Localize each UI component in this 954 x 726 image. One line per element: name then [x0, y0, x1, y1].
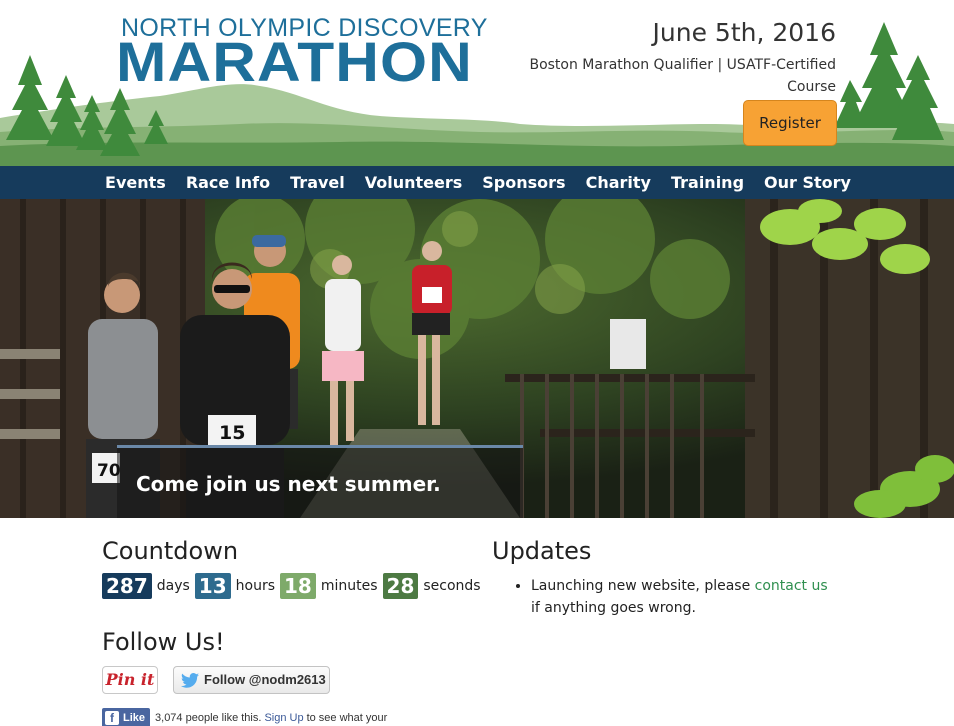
- countdown-seconds-value: 28: [382, 573, 419, 599]
- nav-item-our-story[interactable]: Our Story: [754, 166, 861, 199]
- countdown-hours-label: hours: [235, 578, 276, 594]
- hero-caption-text: Come join us next summer.: [136, 472, 441, 496]
- main-nav: Events Race Info Travel Volunteers Spons…: [0, 166, 954, 199]
- countdown-days-value: 287: [102, 573, 152, 599]
- nav-item-sponsors[interactable]: Sponsors: [472, 166, 575, 199]
- nav-item-training[interactable]: Training: [661, 166, 754, 199]
- updates-title: Updates: [492, 537, 592, 565]
- nav-item-charity[interactable]: Charity: [576, 166, 661, 199]
- countdown-hours-value: 13: [194, 573, 231, 599]
- countdown-minutes-value: 18: [280, 573, 316, 599]
- update-text-after: if anything goes wrong.: [531, 600, 696, 616]
- facebook-like-row: f Like 3,074 people like this. Sign Up to…: [102, 708, 387, 726]
- nav-item-travel[interactable]: Travel: [280, 166, 355, 199]
- countdown-days-label: days: [156, 578, 190, 594]
- countdown-title: Countdown: [102, 537, 239, 565]
- facebook-like-count: 3,074 people like this.: [155, 712, 262, 724]
- twitter-bird-icon: [181, 673, 199, 688]
- countdown-seconds-label: seconds: [423, 578, 481, 594]
- nav-item-race-info[interactable]: Race Info: [176, 166, 280, 199]
- facebook-like-button[interactable]: f Like: [102, 708, 151, 726]
- twitter-follow-button[interactable]: Follow @nodm2613: [173, 666, 330, 694]
- pinterest-pin-button[interactable]: Pin it: [102, 666, 158, 694]
- hero-banner: 70 15 Come join us next summer.: [0, 199, 954, 518]
- list-item: Launching new website, please contact us…: [531, 575, 833, 619]
- countdown-timer: 287 days 13 hours 18 minutes 28 seconds: [102, 573, 486, 599]
- logo-main-text[interactable]: MARATHON: [116, 32, 473, 92]
- facebook-signup-link[interactable]: Sign Up: [264, 712, 303, 724]
- update-text-before: Launching new website, please: [531, 578, 755, 594]
- bib-number-15: 15: [219, 422, 245, 444]
- updates-list: Launching new website, please contact us…: [513, 575, 833, 619]
- facebook-icon: f: [105, 711, 119, 725]
- race-date: June 5th, 2016: [652, 18, 836, 47]
- nav-item-events[interactable]: Events: [95, 166, 176, 199]
- site-header: NORTH OLYMPIC DISCOVERY MARATHON June 5t…: [0, 0, 954, 166]
- race-subtitle: Boston Marathon Qualifier | USATF-Certif…: [529, 57, 836, 95]
- follow-us-title: Follow Us!: [102, 628, 225, 656]
- contact-us-link[interactable]: contact us: [755, 578, 828, 594]
- register-button[interactable]: Register: [743, 100, 837, 146]
- facebook-text-after: to see what your: [306, 712, 388, 724]
- facebook-like-label: Like: [123, 712, 146, 724]
- twitter-follow-label: Follow @nodm2613: [204, 672, 326, 687]
- nav-item-volunteers[interactable]: Volunteers: [355, 166, 473, 199]
- countdown-minutes-label: minutes: [320, 578, 378, 594]
- hero-caption: Come join us next summer.: [117, 445, 523, 518]
